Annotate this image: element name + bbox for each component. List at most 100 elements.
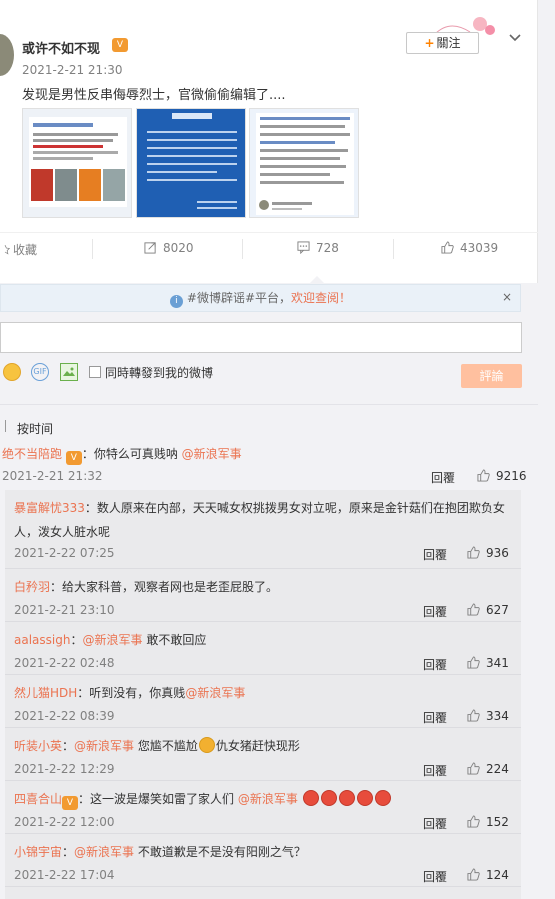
post-timestamp[interactable]: 2021-2-21 21:30 <box>22 63 123 77</box>
laughing-crying-emoji-icon <box>338 790 355 806</box>
laughing-crying-emoji-icon <box>356 790 373 806</box>
reply-text: 四喜合山 V ：这一波是爆笑如雷了家人们 @新浪军事 <box>14 790 392 810</box>
reply-button[interactable]: 回覆 <box>423 762 447 779</box>
laughing-emoji-icon <box>198 737 215 753</box>
reply-text: 然儿猫HDH：听到没有，你真贱@新浪军事 <box>14 686 246 700</box>
chevron-down-icon[interactable] <box>508 30 524 46</box>
comment-item: 绝不当陪跑 V ：你特么可真贱呐 @新浪军事 2021-2-21 21:32 回覆… <box>0 444 538 490</box>
thumbs-up-icon <box>467 709 480 722</box>
reply-text: 小锦宇宙：@新浪军事 不敢道歉是不是没有阳刚之气？ <box>14 845 306 859</box>
reply-text: 白矜羽：给大家科普，观察者网也是老歪屁股了。 <box>14 580 279 594</box>
reply-item: 然儿猫HDH：听到没有，你真贱@新浪军事 2021-2-22 08:39 回覆 … <box>5 675 521 728</box>
reply-author[interactable]: 小锦宇宙 <box>14 845 62 859</box>
comment-input[interactable] <box>0 322 522 353</box>
follow-button[interactable]: + 關注 <box>406 32 479 54</box>
reply-author[interactable]: 然儿猫HDH <box>14 686 77 700</box>
reply-item: 听装小英：@新浪军事 您尴不尴尬 仇女猪赶快现形 2021-2-22 12:29 … <box>5 728 521 781</box>
emoji-icon[interactable] <box>3 363 21 381</box>
reply-list: 暴富解忧333：数人原来在内部，天天喊女权挑拨男女对立呢，原来是金针菇们在抱团欺… <box>5 490 521 899</box>
reply-button[interactable]: 回覆 <box>423 546 447 563</box>
vip-crown-icon: V <box>65 451 82 465</box>
reply-item: 四喜合山 V ：这一波是爆笑如雷了家人们 @新浪军事 2021-2-22 12:00… <box>5 781 521 834</box>
reply-author[interactable]: 暴富解忧333 <box>14 501 85 515</box>
reply-button[interactable]: 回覆 <box>423 709 447 726</box>
mention-link[interactable]: @新浪军事 <box>74 845 134 859</box>
post-text: 发现是男性反串侮辱烈士，官微偷偷编辑了.... <box>22 88 286 103</box>
reply-item: aalassigh：@新浪军事 敢不敢回应 2021-2-22 02:48 回覆… <box>5 622 521 675</box>
reply-button[interactable]: 回覆 <box>423 603 447 620</box>
mention-link[interactable]: @新浪军事 <box>82 633 142 647</box>
reply-button[interactable]: 回覆 <box>423 815 447 832</box>
comment-icon <box>297 241 310 254</box>
active-tab-indicator <box>310 276 324 283</box>
comment-text: 绝不当陪跑 V ：你特么可真贱呐 @新浪军事 <box>2 447 242 465</box>
star-icon <box>4 245 10 255</box>
post-image-3[interactable] <box>249 108 359 218</box>
reply-item: 暴富解忧333：数人原来在内部，天天喊女权挑拨男女对立呢，原来是金针菇们在抱团欺… <box>5 490 521 569</box>
mention-link[interactable]: @新浪军事 <box>238 792 298 806</box>
thumbs-up-icon <box>467 868 480 881</box>
reply-like-button[interactable]: 152 <box>467 815 509 829</box>
reply-time: 2021-2-22 12:29 <box>14 762 115 776</box>
laughing-crying-emoji-icon <box>302 790 319 806</box>
divider <box>0 404 538 405</box>
thumbs-up-icon <box>467 603 480 616</box>
submit-comment-button[interactable]: 評論 <box>461 364 522 388</box>
repost-checkbox[interactable] <box>89 366 101 378</box>
reply-like-button[interactable]: 627 <box>467 603 509 617</box>
reply-author[interactable]: 白矜羽 <box>14 580 50 594</box>
reply-button[interactable]: 回覆 <box>431 469 455 486</box>
reply-like-button[interactable]: 124 <box>467 868 509 882</box>
comment-like-button[interactable]: 9216 <box>477 469 527 483</box>
reply-time: 2021-2-22 07:25 <box>14 546 115 560</box>
reply-like-button[interactable]: 224 <box>467 762 509 776</box>
reply-time: 2021-2-22 08:39 <box>14 709 115 723</box>
reply-time: 2021-2-22 02:48 <box>14 656 115 670</box>
image-upload-icon[interactable] <box>60 363 78 381</box>
comment-action[interactable]: 728 <box>297 241 339 255</box>
post-image-2[interactable] <box>136 108 246 218</box>
reply-text-continued: 人，泼女人脏水呢 <box>14 525 111 539</box>
reply-time: 2021-2-22 12:00 <box>14 815 115 829</box>
action-separator <box>242 239 243 259</box>
reply-item: 白矜羽：给大家科普，观察者网也是老歪屁股了。 2021-2-21 23:10 回… <box>5 569 521 622</box>
mention-link[interactable]: @新浪军事 <box>74 739 134 753</box>
repost-checkbox-label: 同時轉發到我的微博 <box>105 366 214 380</box>
reply-like-button[interactable]: 334 <box>467 709 509 723</box>
post-image-1[interactable] <box>22 108 132 218</box>
reply-text: aalassigh：@新浪军事 敢不敢回应 <box>14 633 207 647</box>
reply-button[interactable]: 回覆 <box>423 656 447 673</box>
page-gutter <box>538 0 555 899</box>
repost-action[interactable]: 8020 <box>144 241 194 255</box>
vip-crown-icon: V <box>62 796 79 810</box>
mention-link[interactable]: @新浪军事 <box>182 447 242 461</box>
post-author-name[interactable]: 或许不如不现 <box>22 38 100 57</box>
notice-link[interactable]: 欢迎查阅！ <box>291 291 351 305</box>
action-separator <box>92 239 93 259</box>
reply-author[interactable]: 四喜合山 <box>14 792 62 806</box>
reply-time: 2021-2-22 17:04 <box>14 868 115 882</box>
favorite-action[interactable]: 收藏 <box>0 241 37 258</box>
reply-button[interactable]: 回覆 <box>423 868 447 885</box>
post-action-bar: 收藏 8020 728 43039 <box>0 232 538 266</box>
reply-like-button[interactable]: 341 <box>467 656 509 670</box>
comment-author[interactable]: 绝不当陪跑 <box>2 447 62 461</box>
thumbs-up-icon <box>467 656 480 669</box>
comment-time: 2021-2-21 21:32 <box>2 469 103 483</box>
close-icon[interactable]: × <box>502 290 512 304</box>
reply-like-button[interactable]: 936 <box>467 546 509 560</box>
like-action[interactable]: 43039 <box>441 241 498 255</box>
gif-icon[interactable]: GIF <box>31 363 49 381</box>
info-icon: i <box>169 295 183 308</box>
reply-author[interactable]: aalassigh <box>14 633 70 647</box>
repost-icon <box>144 242 156 254</box>
reply-text: 听装小英：@新浪军事 您尴不尴尬 仇女猪赶快现形 <box>14 737 300 753</box>
mention-link[interactable]: @新浪军事 <box>185 686 245 700</box>
thumbs-up-icon <box>467 762 480 775</box>
thumbs-up-icon <box>467 546 480 559</box>
thumbs-up-icon <box>467 815 480 828</box>
reply-author[interactable]: 听装小英 <box>14 739 62 753</box>
laughing-crying-emoji-icon <box>320 790 337 806</box>
sort-separator <box>5 420 6 432</box>
sort-by-time-tab[interactable]: 按时间 <box>17 420 53 437</box>
